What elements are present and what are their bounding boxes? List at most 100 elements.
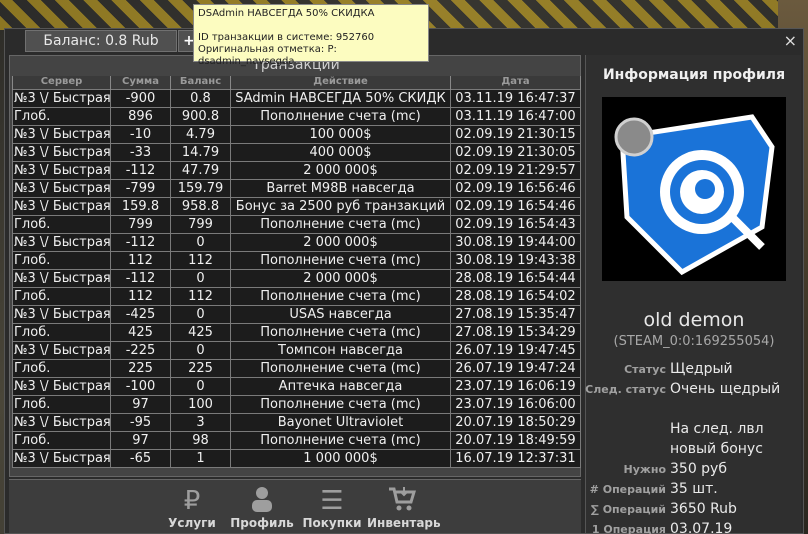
cell-amount: 97 (110, 394, 171, 414)
cell-date: 16.07.19 12:37:31 (450, 448, 581, 468)
table-row[interactable]: Глоб. 97 100 Пополнение счета (mc) 23.07.19 … (12, 394, 581, 414)
nav-purchases-label: Покупки (302, 516, 362, 530)
cell-balance: 799 (170, 214, 231, 234)
cell-date: 27.08.19 15:35:47 (450, 304, 581, 324)
cell-balance: 112 (170, 250, 231, 270)
table-row[interactable]: №3 \/ Быстрая -100 0 Аптечка навсегда 23.07.… (12, 376, 581, 396)
cell-balance: 900.8 (170, 106, 231, 126)
table-row[interactable]: №3 \/ Быстрая -95 3 Bayonet Ultraviolet 20.0… (12, 412, 581, 432)
table-row[interactable]: №3 \/ Быстрая -225 0 Томпсон навсегда 26.07.… (12, 340, 581, 360)
next-level-note-row-2: новый бонус (586, 441, 802, 459)
cell-date: 03.11.19 16:47:37 (450, 88, 581, 108)
table-row[interactable]: №3 \/ Быстрая -425 0 USAS навсегда 27.08.19 … (12, 304, 581, 324)
cell-action: Пополнение счета (mc) (230, 322, 451, 342)
cell-date: 28.08.19 16:54:44 (450, 268, 581, 288)
cell-date: 03.11.19 16:47:00 (450, 106, 581, 126)
profile-steam-id: (STEAM_0:0:169255054) (613, 334, 775, 349)
cell-server: №3 \/ Быстрая (12, 268, 111, 288)
nav-inventory-button[interactable]: Инвентарь (367, 486, 441, 530)
next-status-row: След. статус Очень щедрый (585, 381, 802, 399)
cell-date: 02.09.19 16:56:46 (450, 178, 581, 198)
first-op-value: 03.07.19 (670, 521, 733, 534)
table-row[interactable]: Глоб. 799 799 Пополнение счета (mc) 02.09.19… (12, 214, 581, 234)
cell-amount: -425 (110, 304, 171, 324)
nav-inventory-label: Инвентарь (367, 516, 441, 530)
column-header-amount: Сумма (110, 76, 171, 89)
list-icon: ☰ (320, 486, 344, 516)
table-row[interactable]: Глоб. 112 112 Пополнение счета (mc) 28.08.19… (12, 286, 581, 306)
table-row[interactable]: №3 \/ Быстрая -65 1 1 000 000$ 16.07.19 12:3… (12, 448, 581, 468)
table-row[interactable]: Глоб. 112 112 Пополнение счета (mc) 30.08.19… (12, 250, 581, 270)
cell-amount: -95 (110, 412, 171, 432)
cell-balance: 47.79 (170, 160, 231, 180)
cell-balance: 0 (170, 268, 231, 288)
table-row[interactable]: Глоб. 425 425 Пополнение счета (mc) 27.08.19… (12, 322, 581, 342)
cell-balance: 4.79 (170, 124, 231, 144)
cell-action: Barret M98B навсегда (230, 178, 451, 198)
close-icon[interactable]: × (784, 31, 797, 50)
next-status-value: Очень щедрый (670, 381, 781, 397)
cell-date: 20.07.19 18:49:59 (450, 430, 581, 450)
cell-server: №3 \/ Быстрая (12, 412, 111, 432)
cell-action: Bayonet Ultraviolet (230, 412, 451, 432)
cell-amount: -112 (110, 232, 171, 252)
table-row[interactable]: №3 \/ Быстрая -112 0 2 000 000$ 28.08.19 16:… (12, 268, 581, 288)
cell-action: 2 000 000$ (230, 268, 451, 288)
table-row[interactable]: №3 \/ Быстрая -10 4.79 100 000$ 02.09.19 21:… (12, 124, 581, 144)
cell-action: Пополнение счета (mc) (230, 106, 451, 126)
cell-action: Пополнение счета (mc) (230, 250, 451, 270)
column-header-date: Дата (450, 76, 581, 89)
nav-purchases-button[interactable]: ☰ Покупки (297, 486, 367, 530)
profile-title: Информация профиля (602, 67, 786, 83)
cell-server: №3 \/ Быстрая (12, 88, 111, 108)
cell-date: 02.09.19 21:29:57 (450, 160, 581, 180)
profile-panel: Информация профиля old demon (STEAM_0:0:… (585, 55, 802, 534)
ops-count-value: 35 шт. (670, 481, 718, 497)
cell-server: Глоб. (12, 322, 111, 342)
avatar (602, 97, 786, 281)
cell-balance: 958.8 (170, 196, 231, 216)
cell-date: 26.07.19 19:47:45 (450, 340, 581, 360)
cell-amount: 112 (110, 286, 171, 306)
cell-action: 1 000 000$ (230, 448, 451, 468)
cell-amount: 97 (110, 430, 171, 450)
table-row[interactable]: Глоб. 896 900.8 Пополнение счета (mc) 03.11.… (12, 106, 581, 126)
cell-amount: 799 (110, 214, 171, 234)
cell-server: Глоб. (12, 394, 111, 414)
cell-server: Глоб. (12, 430, 111, 450)
cell-amount: 896 (110, 106, 171, 126)
tab-balance[interactable]: Баланс: 0.8 Rub (25, 30, 177, 52)
cell-amount: 225 (110, 358, 171, 378)
cell-server: №3 \/ Быстрая (12, 448, 111, 468)
cell-action: Пополнение счета (mc) (230, 214, 451, 234)
cell-balance: 112 (170, 286, 231, 306)
table-row[interactable]: №3 \/ Быстрая -112 0 2 000 000$ 30.08.19 19:… (12, 232, 581, 252)
table-row[interactable]: №3 \/ Быстрая -33 14.79 400 000$ 02.09.19 21… (12, 142, 581, 162)
cell-balance: 0 (170, 376, 231, 396)
cell-server: №3 \/ Быстрая (12, 376, 111, 396)
table-row[interactable]: №3 \/ Быстрая -799 159.79 Barret M98B навсе… (12, 178, 581, 198)
cell-action: SAdmin НАВСЕГДА 50% СКИДК (230, 88, 451, 108)
table-row[interactable]: №3 \/ Быстрая -112 47.79 2 000 000$ 02.09.19… (12, 160, 581, 180)
cell-date: 02.09.19 21:30:15 (450, 124, 581, 144)
nav-profile-label: Профиль (230, 516, 294, 530)
transactions-panel: Транзакции Сервер Сумма Баланс Действие … (9, 55, 581, 477)
table-row[interactable]: №3 \/ Быстрая -900 0.8 SAdmin НАВСЕГДА 50% … (12, 88, 581, 108)
table-row[interactable]: Глоб. 97 98 Пополнение счета (mc) 20.07.19 1… (12, 430, 581, 450)
nav-services-label: Услуги (168, 516, 216, 530)
needed-value: 350 руб (670, 461, 727, 477)
cell-server: Глоб. (12, 286, 111, 306)
table-row[interactable]: Глоб. 225 225 Пополнение счета (mc) 26.07.19… (12, 358, 581, 378)
cell-action: Аптечка навсегда (230, 376, 451, 396)
cell-amount: -799 (110, 178, 171, 198)
cell-action: Томпсон навсегда (230, 340, 451, 360)
nav-services-button[interactable]: ₽ Услуги (157, 486, 227, 530)
cell-amount: -225 (110, 340, 171, 360)
nav-profile-button[interactable]: Профиль (227, 486, 297, 530)
table-row[interactable]: №3 \/ Быстрая 159.8 958.8 Бонус за 2500 руб… (12, 196, 581, 216)
status-label: Статус (624, 363, 666, 376)
cell-balance: 3 (170, 412, 231, 432)
user-icon (227, 486, 297, 516)
tooltip-transaction-id: ID транзакции в системе: 952760 (198, 32, 375, 43)
cell-date: 28.08.19 16:54:02 (450, 286, 581, 306)
